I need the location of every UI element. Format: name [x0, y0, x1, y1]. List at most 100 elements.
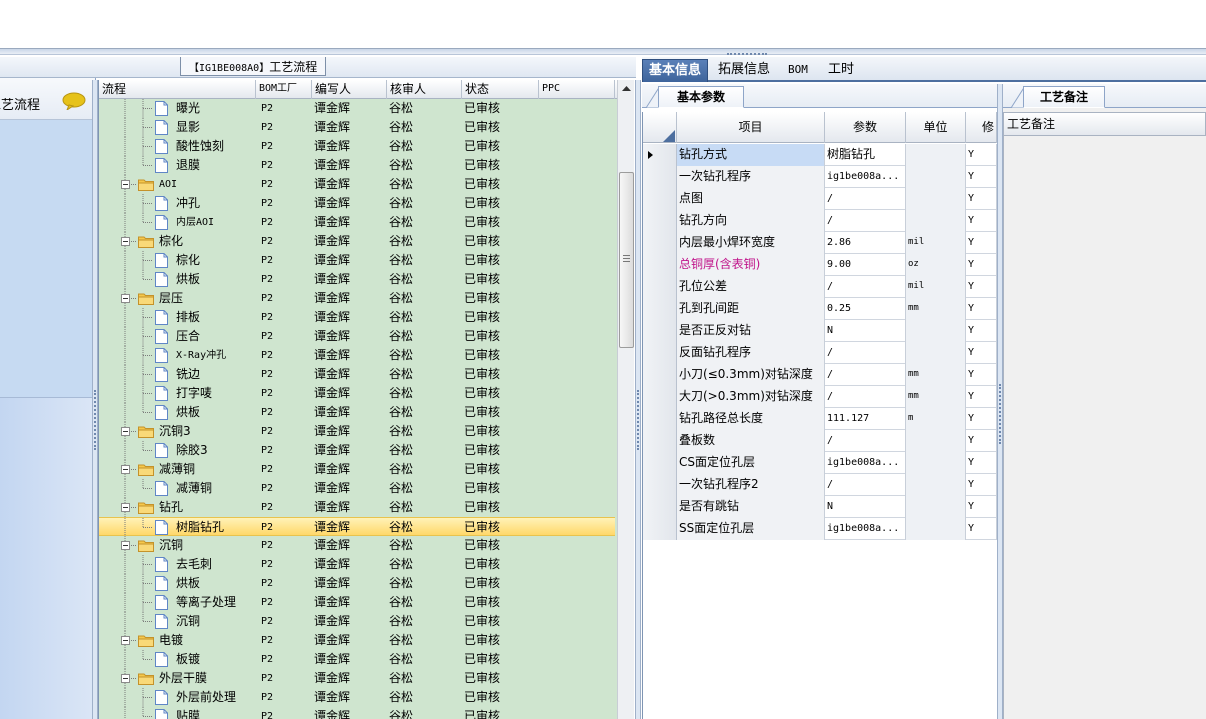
param-value-cell[interactable]: ig1be008a... — [825, 518, 906, 540]
tab-work-hours[interactable]: 工时 — [822, 59, 860, 82]
tree-node-cell[interactable]: 退膜 — [99, 156, 256, 175]
remark-column-header[interactable]: 工艺备注 — [1003, 112, 1206, 136]
tree-node-cell[interactable]: 排板 — [99, 308, 256, 327]
column-header-modify[interactable]: 修 — [966, 112, 997, 143]
tree-row[interactable]: 层压 P2 谭金辉 谷松 已审核 — [99, 289, 615, 308]
tab-basic-info[interactable]: 基本信息 — [642, 59, 709, 82]
param-row[interactable]: 钻孔方向 / Y — [643, 210, 997, 232]
column-header-value[interactable]: 参数 — [825, 112, 906, 143]
param-row[interactable]: 一次钻孔程序2/ Y — [643, 474, 997, 496]
row-indicator[interactable] — [643, 364, 677, 386]
tree-row[interactable]: 钻孔 P2 谭金辉 谷松 已审核 — [99, 498, 615, 517]
tree-row[interactable]: 曝光 P2 谭金辉 谷松 已审核 — [99, 99, 615, 118]
tree-row[interactable]: 减薄铜 P2 谭金辉 谷松 已审核 — [99, 460, 615, 479]
row-indicator[interactable] — [643, 342, 677, 364]
param-row[interactable]: 一次钻孔程序 ig1be008a... Y — [643, 166, 997, 188]
tree-row[interactable]: 烘板 P2 谭金辉 谷松 已审核 — [99, 403, 615, 422]
tree-node-cell[interactable]: 板镀 — [99, 650, 256, 669]
tree-row[interactable]: 电镀 P2 谭金辉 谷松 已审核 — [99, 631, 615, 650]
tree-row[interactable]: 打字唛 P2 谭金辉 谷松 已审核 — [99, 384, 615, 403]
collapse-minus-icon[interactable] — [121, 180, 130, 189]
row-indicator[interactable] — [643, 298, 677, 320]
row-indicator[interactable] — [643, 144, 677, 166]
tree-row[interactable]: 贴膜 P2 谭金辉 谷松 已审核 — [99, 707, 615, 719]
tree-node-cell[interactable]: AOI — [99, 175, 256, 194]
top-splitter-bar[interactable] — [0, 48, 1206, 55]
tree-node-cell[interactable]: 冲孔 — [99, 194, 256, 213]
param-row[interactable]: SS面定位孔层 ig1be008a... Y — [643, 518, 997, 540]
tree-node-cell[interactable]: 钻孔 — [99, 498, 256, 517]
collapse-minus-icon[interactable] — [121, 294, 130, 303]
tree-node-cell[interactable]: 烘板 — [99, 574, 256, 593]
row-indicator[interactable] — [643, 188, 677, 210]
tree-node-cell[interactable]: 沉铜3 — [99, 422, 256, 441]
tree-row[interactable]: 板镀 P2 谭金辉 谷松 已审核 — [99, 650, 615, 669]
row-indicator[interactable] — [643, 276, 677, 298]
param-value-cell[interactable]: 9.00 — [825, 254, 906, 276]
tree-row[interactable]: 烘板 P2 谭金辉 谷松 已审核 — [99, 574, 615, 593]
tree-node-cell[interactable]: 曝光 — [99, 99, 256, 118]
param-value-cell[interactable]: / — [825, 276, 906, 298]
param-row[interactable]: 大刀(>0.3mm)对钻深度 / mm Y — [643, 386, 997, 408]
param-row[interactable]: 是否正反对钻 N Y — [643, 320, 997, 342]
param-value-cell[interactable]: / — [825, 210, 906, 232]
tree-row[interactable]: 沉铜3 P2 谭金辉 谷松 已审核 — [99, 422, 615, 441]
tree-node-cell[interactable]: 沉铜 — [99, 536, 256, 555]
row-indicator[interactable] — [643, 452, 677, 474]
column-header-item[interactable]: 项目 — [677, 112, 825, 143]
collapse-minus-icon[interactable] — [121, 541, 130, 550]
tree-node-cell[interactable]: 棕化 — [99, 251, 256, 270]
tree-node-cell[interactable]: 减薄铜 — [99, 460, 256, 479]
row-indicator[interactable] — [643, 496, 677, 518]
tree-row[interactable]: 压合 P2 谭金辉 谷松 已审核 — [99, 327, 615, 346]
column-header-writer[interactable]: 编写人 — [312, 80, 387, 99]
param-row[interactable]: 小刀(≤0.3mm)对钻深度 / mm Y — [643, 364, 997, 386]
param-value-cell[interactable]: 2.86 — [825, 232, 906, 254]
tab-bom[interactable]: BOM — [782, 59, 814, 82]
tree-row[interactable]: 退膜 P2 谭金辉 谷松 已审核 — [99, 156, 615, 175]
row-indicator[interactable] — [643, 430, 677, 452]
param-value-cell[interactable]: / — [825, 474, 906, 496]
tab-extended-info[interactable]: 拓展信息 — [712, 59, 776, 82]
tree-node-cell[interactable]: 棕化 — [99, 232, 256, 251]
param-value-cell[interactable]: / — [825, 364, 906, 386]
tree-row[interactable]: 烘板 P2 谭金辉 谷松 已审核 — [99, 270, 615, 289]
param-value-cell[interactable]: N — [825, 496, 906, 518]
speech-bubble-icon[interactable] — [62, 92, 86, 110]
splitter-grip[interactable] — [637, 390, 639, 450]
column-header-bom[interactable]: BOM工厂 — [256, 80, 312, 99]
param-row[interactable]: CS面定位孔层 ig1be008a... Y — [643, 452, 997, 474]
row-indicator[interactable] — [643, 254, 677, 276]
tree-node-cell[interactable]: 显影 — [99, 118, 256, 137]
tree-row[interactable]: 棕化 P2 谭金辉 谷松 已审核 — [99, 232, 615, 251]
middle-splitter[interactable] — [635, 80, 641, 719]
row-indicator[interactable] — [643, 232, 677, 254]
tree-row[interactable]: 外层干膜 P2 谭金辉 谷松 已审核 — [99, 669, 615, 688]
param-value-cell[interactable]: ig1be008a... — [825, 166, 906, 188]
tree-row[interactable]: AOI P2 谭金辉 谷松 已审核 — [99, 175, 615, 194]
tree-row[interactable]: 铣边 P2 谭金辉 谷松 已审核 — [99, 365, 615, 384]
param-row[interactable]: 总铜厚(含表铜) 9.00 oz Y — [643, 254, 997, 276]
tree-node-cell[interactable]: X-Ray冲孔 — [99, 346, 256, 365]
tree-node-cell[interactable]: 层压 — [99, 289, 256, 308]
param-value-cell[interactable]: 111.127 — [825, 408, 906, 430]
row-indicator[interactable] — [643, 166, 677, 188]
param-value-cell[interactable]: / — [825, 342, 906, 364]
column-header-auditor[interactable]: 核审人 — [387, 80, 462, 99]
column-header-status[interactable]: 状态 — [462, 80, 539, 99]
collapse-minus-icon[interactable] — [121, 636, 130, 645]
param-row[interactable]: 是否有跳钻 N Y — [643, 496, 997, 518]
left-strip-header[interactable]: 工艺流程 — [0, 78, 95, 120]
tab-basic-params[interactable]: 基本参数 — [658, 86, 744, 108]
tree-node-cell[interactable]: 除胶3 — [99, 441, 256, 460]
tree-node-cell[interactable]: 去毛刺 — [99, 555, 256, 574]
param-row[interactable]: 反面钻孔程序 / Y — [643, 342, 997, 364]
tree-row[interactable]: 等离子处理 P2 谭金辉 谷松 已审核 — [99, 593, 615, 612]
param-value-cell[interactable]: / — [825, 188, 906, 210]
param-row[interactable]: 叠板数 / Y — [643, 430, 997, 452]
param-row[interactable]: 点图 / Y — [643, 188, 997, 210]
collapse-minus-icon[interactable] — [121, 674, 130, 683]
row-indicator[interactable] — [643, 474, 677, 496]
row-indicator[interactable] — [643, 408, 677, 430]
param-row[interactable]: 内层最小焊环宽度 2.86 mil Y — [643, 232, 997, 254]
